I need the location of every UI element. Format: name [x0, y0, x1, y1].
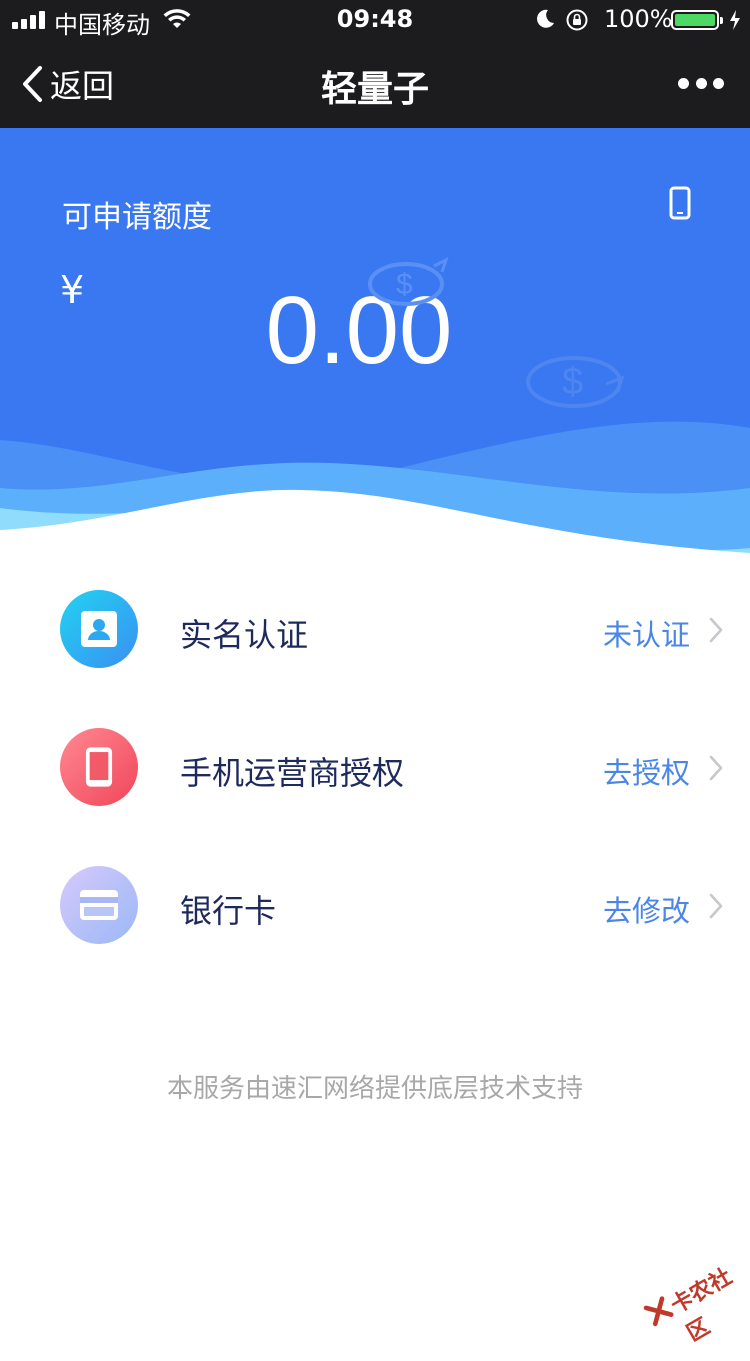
battery-percentage: 100%: [604, 5, 673, 33]
list-item-status: 去授权: [602, 756, 690, 790]
watermark-text: 卡农社区: [666, 1263, 737, 1347]
list-item-label: 银行卡: [180, 892, 277, 930]
navigation-bar: 返回 轻量子: [0, 40, 750, 128]
mobile-phone-icon: [60, 728, 138, 806]
do-not-disturb-moon-icon: [537, 9, 554, 28]
bank-card-icon: [60, 866, 138, 944]
chevron-right-icon: [709, 893, 723, 919]
service-provider-note: 本服务由速汇网络提供底层技术支持: [166, 1074, 583, 1104]
svg-text:$: $: [562, 361, 583, 403]
credit-limit-label: 可申请额度: [62, 200, 212, 235]
authorization-list: 实名认证 未认证 手机运营商授权 去授权 银行卡 去修改: [0, 560, 750, 974]
status-bar: 中国移动 09:48 100%: [0, 0, 750, 40]
rotation-lock-icon: [566, 9, 588, 31]
list-item-bank-card[interactable]: 银行卡 去修改: [0, 836, 750, 974]
list-item-status: 去修改: [602, 894, 690, 928]
dollar-coin-icon: $: [368, 257, 449, 306]
watermark-logo: 卡农社区: [634, 1239, 750, 1347]
list-item-label: 实名认证: [180, 616, 309, 654]
more-dot-icon: [695, 77, 707, 89]
id-card-icon: [60, 590, 138, 668]
top-bar: 中国移动 09:48 100% 返回 轻量子: [0, 0, 750, 128]
chevron-right-icon: [709, 617, 723, 643]
chevron-right-icon: [709, 755, 723, 781]
phone-outline-icon[interactable]: [668, 186, 692, 220]
list-item-label: 手机运营商授权: [180, 754, 405, 792]
credit-limit-banner: 可申请额度 ¥ 0.00 $ $: [0, 128, 750, 558]
list-item-status: 未认证: [602, 618, 690, 652]
dollar-coin-icon: $: [526, 356, 625, 408]
charging-bolt-icon: [730, 10, 740, 30]
battery-icon: [671, 10, 723, 30]
list-item-carrier-authorization[interactable]: 手机运营商授权 去授权: [0, 698, 750, 836]
svg-text:$: $: [396, 268, 413, 301]
more-dot-icon: [678, 77, 689, 89]
list-item-real-name-verification[interactable]: 实名认证 未认证: [0, 560, 750, 698]
more-options-button[interactable]: [678, 70, 724, 96]
page-title: 轻量子: [320, 69, 429, 110]
more-dot-icon: [713, 77, 724, 89]
